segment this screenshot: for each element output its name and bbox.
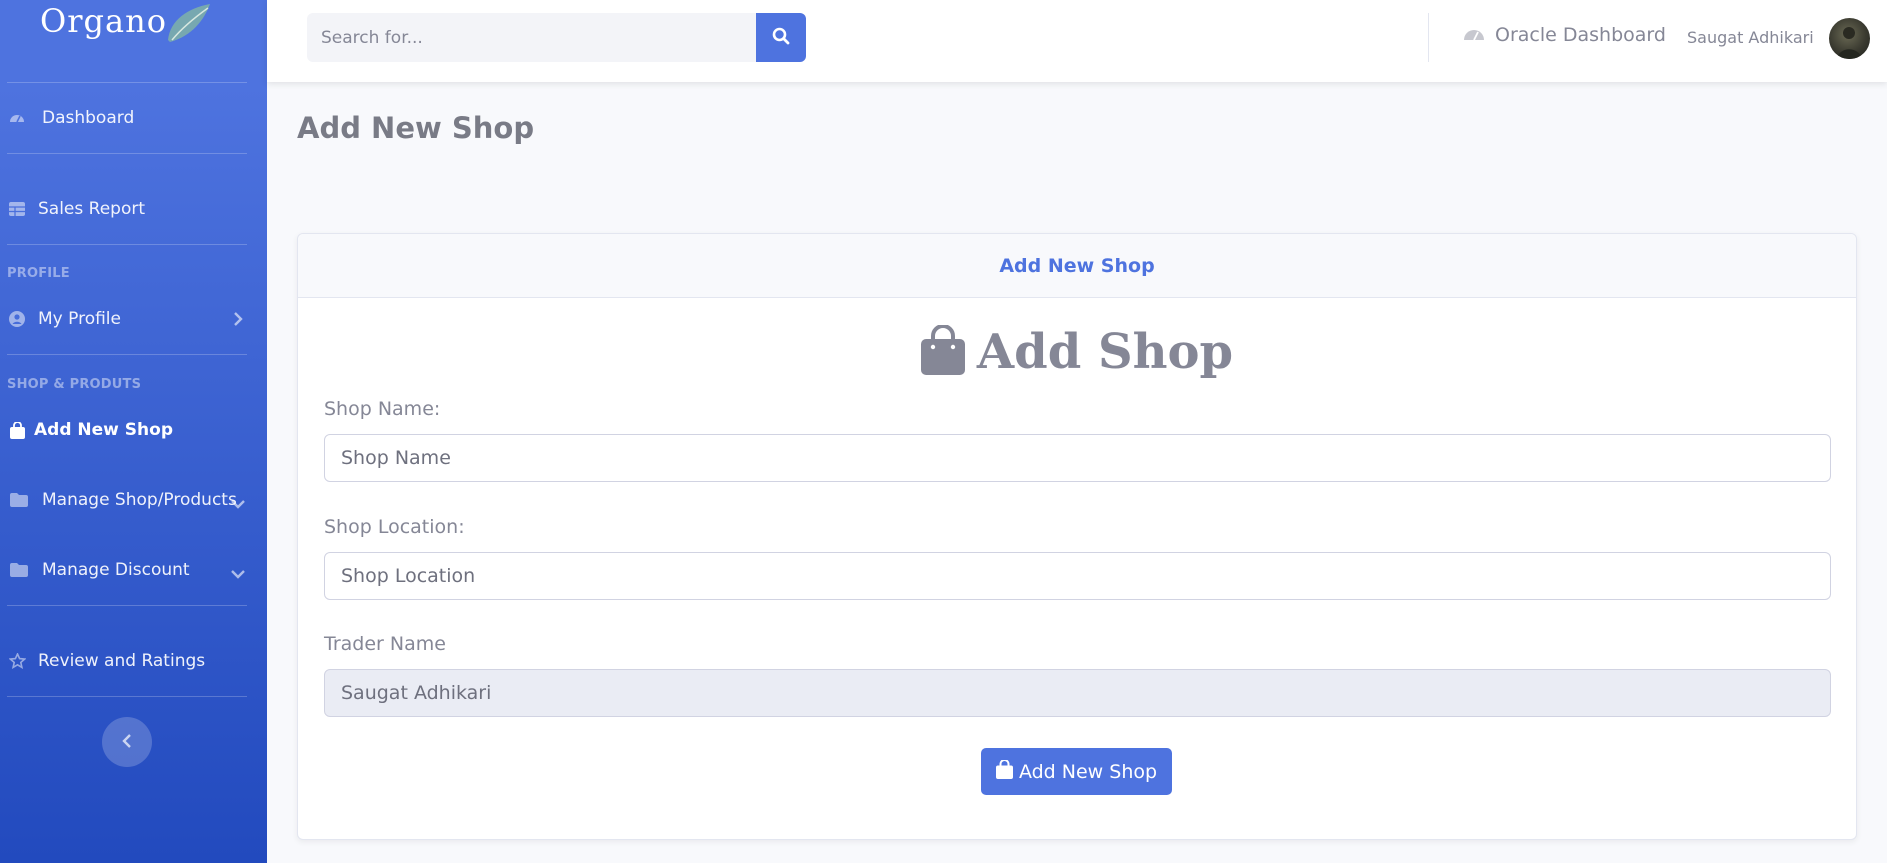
form-heading: Add Shop bbox=[298, 324, 1856, 380]
form-heading-text: Add Shop bbox=[976, 324, 1234, 380]
brand-logo: Organo bbox=[40, 2, 167, 40]
table-icon bbox=[8, 200, 26, 218]
chevron-right-icon bbox=[233, 311, 243, 331]
sidebar-divider bbox=[7, 153, 247, 154]
topbar-divider bbox=[1428, 13, 1429, 62]
sidebar-heading-shop: SHOP & PRODUTS bbox=[7, 377, 142, 392]
trader-name-field bbox=[324, 669, 1831, 717]
sidebar-item-label: Dashboard bbox=[42, 108, 135, 128]
sidebar-item-label: My Profile bbox=[38, 309, 121, 329]
user-circle-icon bbox=[8, 310, 26, 328]
oracle-dashboard-link[interactable]: Oracle Dashboard bbox=[1463, 24, 1666, 46]
sidebar-divider bbox=[7, 605, 247, 606]
oracle-dashboard-label: Oracle Dashboard bbox=[1495, 24, 1666, 46]
tachometer-icon bbox=[1463, 24, 1485, 46]
trader-name-label: Trader Name bbox=[324, 633, 446, 655]
search-form bbox=[307, 13, 806, 62]
sidebar-item-review-ratings[interactable]: Review and Ratings bbox=[0, 641, 267, 681]
chevron-down-icon bbox=[231, 494, 245, 514]
sidebar-item-manage-shop-products[interactable]: Manage Shop/Products bbox=[0, 480, 267, 520]
tachometer-icon bbox=[8, 109, 26, 127]
leaf-logo-icon bbox=[168, 4, 210, 42]
sidebar-toggle-button[interactable] bbox=[102, 717, 152, 767]
shopping-bag-icon bbox=[8, 421, 26, 439]
chevron-down-icon bbox=[231, 564, 245, 584]
sidebar-divider bbox=[7, 244, 247, 245]
add-new-shop-button[interactable]: Add New Shop bbox=[981, 748, 1172, 795]
sidebar-item-dashboard[interactable]: Dashboard bbox=[0, 98, 267, 138]
topbar: Oracle Dashboard Saugat Adhikari bbox=[267, 0, 1887, 82]
sidebar: Organo Dashboard Sales Report PROFILE My… bbox=[0, 0, 267, 863]
sidebar-brand[interactable]: Organo bbox=[0, 0, 267, 82]
sidebar-item-my-profile[interactable]: My Profile bbox=[0, 299, 267, 339]
add-shop-card: Add New Shop Add Shop Shop Name: Shop Lo… bbox=[297, 233, 1857, 840]
chevron-left-icon bbox=[122, 733, 132, 752]
shopping-bag-icon bbox=[920, 324, 965, 379]
add-new-shop-button-label: Add New Shop bbox=[1018, 760, 1158, 783]
page-title: Add New Shop bbox=[297, 111, 535, 145]
shopping-bag-icon bbox=[995, 758, 1013, 784]
search-input[interactable] bbox=[307, 13, 757, 62]
user-name[interactable]: Saugat Adhikari bbox=[1687, 28, 1814, 47]
shop-location-field[interactable] bbox=[324, 552, 1831, 600]
sidebar-item-label: Add New Shop bbox=[34, 420, 173, 440]
sidebar-heading-profile: PROFILE bbox=[7, 266, 70, 281]
sidebar-divider bbox=[7, 696, 247, 697]
sidebar-item-label: Manage Discount bbox=[42, 560, 190, 580]
sidebar-divider bbox=[7, 354, 247, 355]
avatar[interactable] bbox=[1829, 18, 1870, 59]
search-icon bbox=[772, 27, 790, 49]
sidebar-item-add-new-shop[interactable]: Add New Shop bbox=[0, 410, 267, 450]
folder-icon bbox=[10, 561, 28, 579]
shop-name-field[interactable] bbox=[324, 434, 1831, 482]
sidebar-divider bbox=[7, 82, 247, 83]
card-header: Add New Shop bbox=[298, 234, 1856, 298]
folder-icon bbox=[10, 491, 28, 509]
shop-location-label: Shop Location: bbox=[324, 516, 465, 538]
search-button[interactable] bbox=[756, 13, 806, 62]
shop-name-label: Shop Name: bbox=[324, 398, 441, 420]
sidebar-item-manage-discount[interactable]: Manage Discount bbox=[0, 550, 267, 590]
sidebar-item-sales-report[interactable]: Sales Report bbox=[0, 189, 267, 229]
sidebar-item-label: Sales Report bbox=[38, 199, 146, 219]
sidebar-item-label: Review and Ratings bbox=[38, 651, 206, 671]
star-icon bbox=[8, 652, 26, 670]
sidebar-item-label: Manage Shop/Products bbox=[42, 490, 237, 510]
